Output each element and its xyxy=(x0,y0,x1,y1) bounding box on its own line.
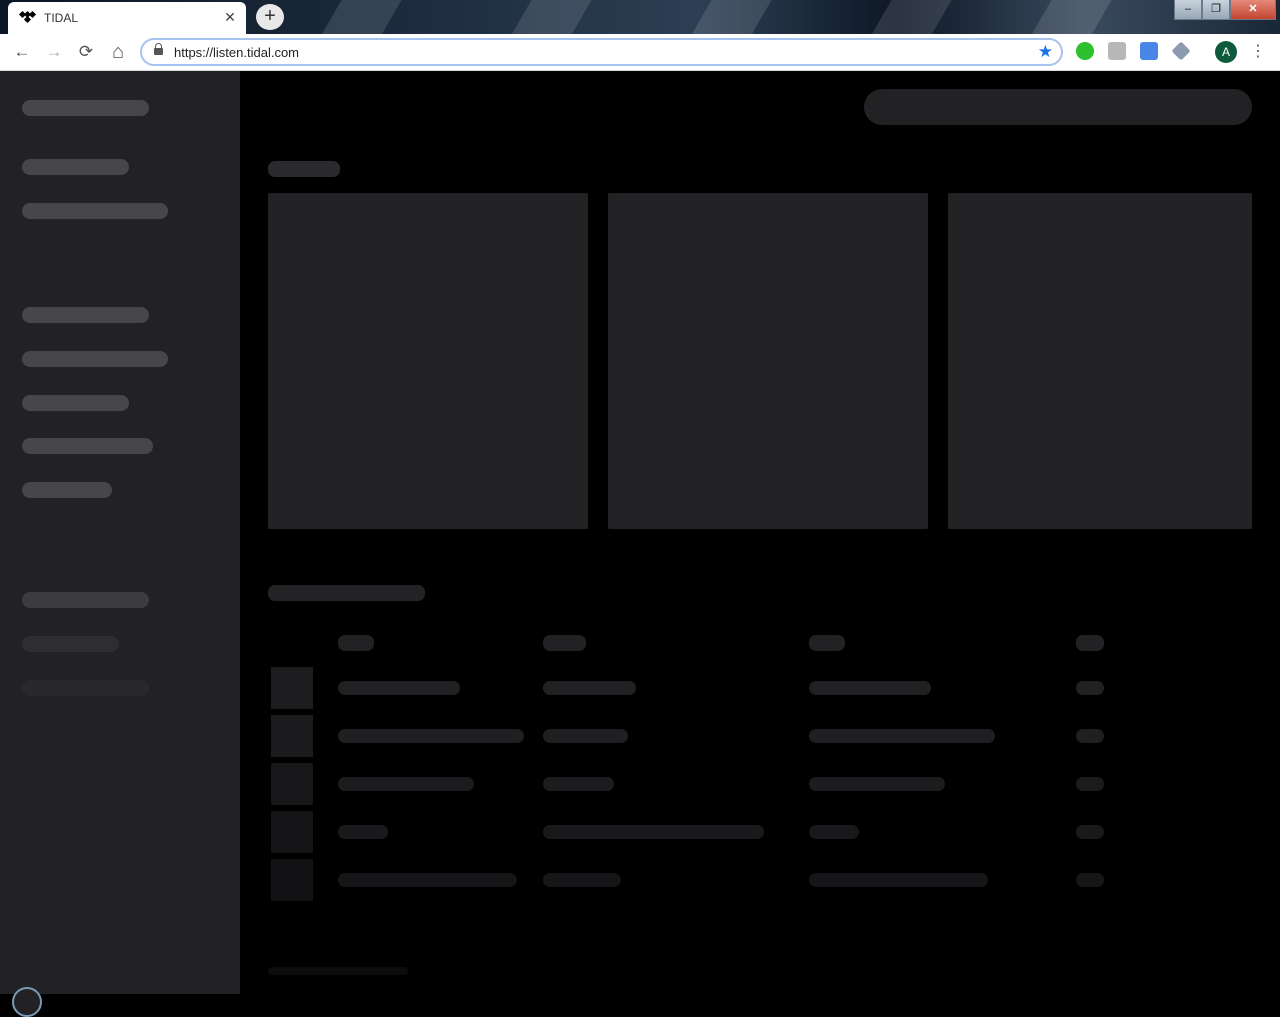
extension-diamond-icon[interactable] xyxy=(1171,41,1191,61)
sidebar-skeleton-item xyxy=(22,100,149,116)
track-row-skeleton xyxy=(1076,681,1104,695)
bottom-status-icon xyxy=(12,987,42,1017)
track-row-skeleton xyxy=(543,777,614,791)
card-skeleton xyxy=(268,193,588,529)
tidal-page xyxy=(0,71,1280,1017)
sidebar-skeleton-item xyxy=(22,351,168,367)
browser-titlebar: TIDAL ✕ + – ❐ ✕ xyxy=(0,0,1280,34)
track-row-skeleton xyxy=(809,825,859,839)
titlebar-decoration xyxy=(502,0,598,34)
sidebar-skeleton-item xyxy=(22,636,119,652)
track-row-skeleton xyxy=(543,825,764,839)
tab-close-icon[interactable]: ✕ xyxy=(222,9,238,25)
section-title-skeleton xyxy=(268,585,425,601)
window-close-button[interactable]: ✕ xyxy=(1230,0,1276,20)
track-row-skeleton xyxy=(1076,825,1104,839)
track-row-skeleton xyxy=(543,873,621,887)
url-text[interactable]: https://listen.tidal.com xyxy=(174,45,299,60)
sidebar xyxy=(0,71,240,1017)
track-thumb-skeleton xyxy=(271,667,313,709)
tab-title: TIDAL xyxy=(44,11,79,25)
titlebar-decoration xyxy=(862,0,958,34)
translate-extension-icon[interactable] xyxy=(1140,42,1158,60)
column-header-skeleton xyxy=(338,635,374,651)
card-skeleton xyxy=(608,193,928,529)
extension-green-icon[interactable] xyxy=(1076,42,1094,60)
new-tab-button[interactable]: + xyxy=(256,4,284,30)
track-row-skeleton xyxy=(338,777,474,791)
column-header-skeleton xyxy=(543,635,586,651)
home-button[interactable]: ⌂ xyxy=(106,40,130,64)
track-row-skeleton xyxy=(809,681,931,695)
track-row-skeleton xyxy=(1076,873,1104,887)
browser-menu-icon[interactable]: ⋮ xyxy=(1250,41,1266,63)
address-bar[interactable]: https://listen.tidal.com ★ xyxy=(140,38,1063,66)
titlebar-decoration xyxy=(312,0,408,34)
sidebar-skeleton-item xyxy=(22,592,149,608)
titlebar-decoration xyxy=(1022,0,1118,34)
track-row-skeleton xyxy=(338,729,524,743)
track-row-skeleton xyxy=(543,729,628,743)
track-row-skeleton xyxy=(809,777,945,791)
reload-button[interactable]: ⟳ xyxy=(74,40,98,64)
card-skeleton xyxy=(948,193,1252,529)
tidal-logo-icon xyxy=(18,10,37,25)
column-header-skeleton xyxy=(809,635,845,651)
track-row-skeleton xyxy=(338,825,388,839)
sidebar-skeleton-item xyxy=(22,482,112,498)
section-title-skeleton xyxy=(268,161,340,177)
sidebar-skeleton-item xyxy=(22,395,129,411)
titlebar-decoration xyxy=(682,0,778,34)
extension-photo-icon[interactable] xyxy=(1108,42,1126,60)
window-restore-button[interactable]: ❐ xyxy=(1202,0,1230,20)
browser-toolbar: ← → ⟳ ⌂ https://listen.tidal.com ★ A ⋮ xyxy=(0,34,1280,71)
track-row-skeleton xyxy=(1076,777,1104,791)
column-header-skeleton xyxy=(1076,635,1104,651)
track-thumb-skeleton xyxy=(271,763,313,805)
track-thumb-skeleton xyxy=(271,715,313,757)
sidebar-skeleton-item xyxy=(22,438,153,454)
sidebar-skeleton-item xyxy=(22,307,149,323)
sidebar-skeleton-item xyxy=(22,203,168,219)
sidebar-skeleton-item xyxy=(22,680,149,696)
section-title-skeleton xyxy=(268,967,408,975)
track-row-skeleton xyxy=(338,873,517,887)
track-row-skeleton xyxy=(809,873,988,887)
lock-icon xyxy=(154,43,163,56)
track-thumb-skeleton xyxy=(271,811,313,853)
track-row-skeleton xyxy=(1076,729,1104,743)
forward-button[interactable]: → xyxy=(42,40,66,64)
profile-avatar[interactable]: A xyxy=(1215,41,1237,63)
track-row-skeleton xyxy=(338,681,460,695)
bookmark-star-icon[interactable]: ★ xyxy=(1038,42,1053,62)
search-skeleton xyxy=(864,89,1252,125)
window-minimize-button[interactable]: – xyxy=(1174,0,1202,20)
sidebar-skeleton-item xyxy=(22,159,129,175)
track-row-skeleton xyxy=(543,681,636,695)
track-row-skeleton xyxy=(809,729,995,743)
back-button[interactable]: ← xyxy=(10,40,34,64)
browser-tab[interactable]: TIDAL ✕ xyxy=(8,2,246,34)
track-thumb-skeleton xyxy=(271,859,313,901)
